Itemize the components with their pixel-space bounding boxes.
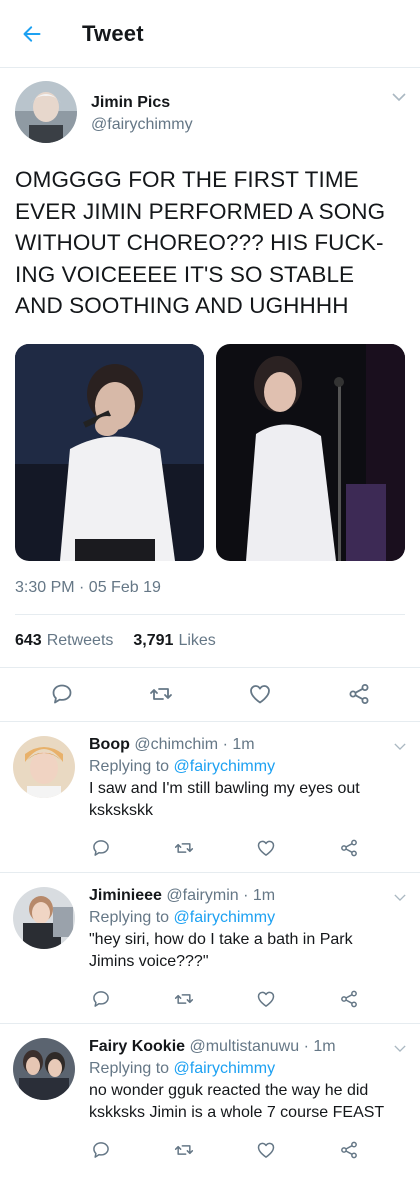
- main-tweet: Jimin Pics @fairychimmy OMGGGG FOR THE F…: [0, 68, 420, 722]
- share-icon[interactable]: [339, 838, 359, 858]
- likes-label[interactable]: Likes: [178, 632, 215, 650]
- retweet-icon[interactable]: [174, 838, 194, 858]
- avatar[interactable]: [13, 1037, 75, 1100]
- tweet-photo-2[interactable]: [216, 343, 405, 561]
- reply-actions: [89, 1130, 359, 1170]
- reply-author-handle[interactable]: @chimchim: [134, 736, 218, 753]
- like-icon[interactable]: [256, 1140, 276, 1160]
- tweet-stats: 643 Retweets 3,791 Likes: [15, 613, 405, 667]
- like-icon[interactable]: [256, 838, 276, 858]
- reply-icon[interactable]: [50, 682, 74, 706]
- author-name[interactable]: Jimin Pics: [91, 94, 193, 112]
- tweet-media: [15, 343, 405, 561]
- reply-tweet[interactable]: Jiminieee @fairymin · 1m Replying to @fa…: [0, 873, 420, 1024]
- author-handle[interactable]: @fairychimmy: [91, 116, 193, 134]
- replying-label: Replying to: [89, 757, 170, 775]
- mention-link[interactable]: @fairychimmy: [174, 909, 276, 926]
- page-title: Tweet: [82, 20, 144, 46]
- reply-author-handle[interactable]: @fairymin: [166, 887, 238, 904]
- retweets-label[interactable]: Retweets: [47, 632, 114, 650]
- replying-to: Replying to @fairychimmy: [89, 1058, 385, 1080]
- tweet-timestamp: 3:30 PM · 05 Feb 19: [15, 578, 161, 596]
- replying-to: Replying to @fairychimmy: [89, 756, 385, 778]
- back-arrow-icon[interactable]: [22, 24, 42, 44]
- share-icon[interactable]: [347, 682, 371, 706]
- retweet-icon[interactable]: [149, 682, 173, 706]
- like-icon[interactable]: [248, 682, 272, 706]
- reply-actions: [89, 828, 359, 868]
- likes-count[interactable]: 3,791: [133, 632, 173, 650]
- mention-link[interactable]: @fairychimmy: [174, 1060, 276, 1077]
- tweet-author: Jimin Pics @fairychimmy: [15, 80, 405, 144]
- like-icon[interactable]: [256, 989, 276, 1009]
- tweet-actions: [0, 666, 420, 722]
- reply-icon[interactable]: [91, 1140, 111, 1160]
- reply-author-name[interactable]: Boop: [89, 736, 130, 753]
- avatar[interactable]: [13, 735, 75, 798]
- tweet-photo-1[interactable]: [15, 343, 204, 561]
- reply-time: · 1m: [243, 886, 276, 904]
- reply-author-name[interactable]: Fairy Kookie: [89, 1038, 185, 1055]
- reply-text: no wonder gguk reacted the way he did ks…: [89, 1081, 385, 1121]
- chevron-down-icon[interactable]: [392, 92, 406, 102]
- reply-text: "hey siri, how do I take a bath in Park …: [89, 930, 353, 970]
- retweets-count[interactable]: 643: [15, 632, 42, 650]
- reply-text: I saw and I'm still bawling my eyes out …: [89, 779, 360, 819]
- reply-time: · 1m: [303, 1037, 336, 1055]
- share-icon[interactable]: [339, 1140, 359, 1160]
- tweet-text: OMGGGG FOR THE FIRST TIME EVER JIMIN PER…: [15, 167, 386, 318]
- reply-tweet[interactable]: Boop @chimchim · 1m Replying to @fairych…: [0, 722, 420, 873]
- replying-to: Replying to @fairychimmy: [89, 907, 385, 929]
- reply-tweet[interactable]: Fairy Kookie @multistanuwu · 1m Replying…: [0, 1024, 420, 1174]
- chevron-down-icon[interactable]: [394, 1044, 406, 1053]
- avatar[interactable]: [15, 81, 77, 143]
- retweet-icon[interactable]: [174, 1140, 194, 1160]
- retweet-icon[interactable]: [174, 989, 194, 1009]
- replying-label: Replying to: [89, 1059, 170, 1077]
- chevron-down-icon[interactable]: [394, 893, 406, 902]
- reply-time: · 1m: [222, 735, 255, 753]
- mention-link[interactable]: @fairychimmy: [174, 758, 276, 775]
- reply-icon[interactable]: [91, 838, 111, 858]
- top-bar: Tweet: [0, 0, 420, 68]
- reply-actions: [89, 979, 359, 1019]
- chevron-down-icon[interactable]: [394, 742, 406, 751]
- replying-label: Replying to: [89, 908, 170, 926]
- reply-author-handle[interactable]: @multistanuwu: [189, 1038, 299, 1055]
- reply-icon[interactable]: [91, 989, 111, 1009]
- avatar[interactable]: [13, 886, 75, 949]
- reply-author-name[interactable]: Jiminieee: [89, 887, 162, 904]
- share-icon[interactable]: [339, 989, 359, 1009]
